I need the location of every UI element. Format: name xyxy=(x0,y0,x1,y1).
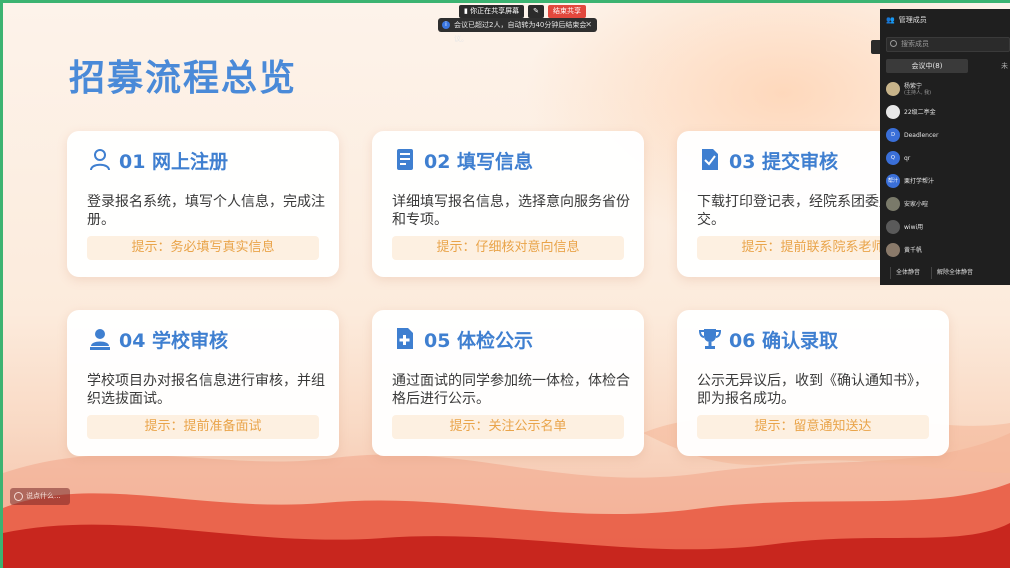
step-title: 03 提交审核 xyxy=(729,150,839,173)
member-name: qr xyxy=(904,154,911,162)
search-icon xyxy=(890,40,897,47)
trophy-icon xyxy=(699,329,721,349)
member-panel: 👥 管理成员 搜索成员 会议中(8) 未 杨紫宁 (主持人, 我) 22级二亭金… xyxy=(880,9,1010,285)
check-document-icon xyxy=(702,149,718,170)
member-name: 22级二亭金 xyxy=(904,108,936,116)
member-name: wiwi用 xyxy=(904,223,924,231)
member-item[interactable]: 安家小暄 xyxy=(886,196,928,212)
step-tip: 提示：仔细核对意向信息 xyxy=(392,236,624,260)
avatar: D xyxy=(886,128,900,142)
member-item[interactable]: 杨紫宁 (主持人, 我) xyxy=(886,81,931,97)
member-item[interactable]: Q qr xyxy=(886,150,910,166)
search-placeholder: 搜索成员 xyxy=(901,40,929,48)
step-tip: 提示：务必填写真实信息 xyxy=(87,236,319,260)
step-title: 05 体检公示 xyxy=(424,329,534,352)
panel-footer: 全体静音 解除全体静音 xyxy=(890,267,978,279)
close-icon[interactable]: ✕ xyxy=(585,18,592,32)
person-icon xyxy=(90,149,110,171)
share-status[interactable]: ▮ 你正在共享屏幕 xyxy=(459,4,525,18)
stop-share-button[interactable]: 结束共享 xyxy=(547,4,586,18)
step-description: 公示无异议后，收到《确认通知书》，即为报名成功。 xyxy=(697,373,928,407)
screen-share-bar: ▮ 你正在共享屏幕 ✎ 结束共享 xyxy=(459,4,586,18)
tab-not-joined[interactable]: 未 xyxy=(968,59,1010,73)
slide-title: 招募流程总览 xyxy=(69,58,298,99)
step-card-confirm: 06 确认录取 公示无异议后，收到《确认通知书》，即为报名成功。 提示：留意通知… xyxy=(677,310,949,456)
member-item[interactable]: D Deadlencer xyxy=(886,127,938,143)
step-tip: 提示：提前准备面试 xyxy=(87,415,319,439)
step-title: 04 学校审核 xyxy=(119,329,229,352)
medical-add-icon xyxy=(397,328,413,349)
member-name: Deadlencer xyxy=(904,131,939,139)
avatar xyxy=(886,220,900,234)
presentation-slide: 招募流程总览 01 网上注册 登录报名系统，填写个人信息，完成注册。 提示：务必… xyxy=(3,3,1010,568)
step-description: 登录报名系统，填写个人信息，完成注册。 xyxy=(87,194,325,228)
member-role: (主持人, 我) xyxy=(904,90,932,96)
step-title: 02 填写信息 xyxy=(424,150,534,173)
member-name: 黄千帆 xyxy=(904,246,923,254)
tab-in-meeting[interactable]: 会议中(8) xyxy=(886,59,968,73)
member-item[interactable]: 帮汁 栗打学帮汁 xyxy=(886,173,934,189)
panel-title: 管理成员 xyxy=(898,16,927,24)
avatar: Q xyxy=(886,151,900,165)
step-description: 详细填写报名信息，选择意向服务省份和专项。 xyxy=(392,194,630,228)
avatar xyxy=(886,82,900,96)
member-item[interactable]: 黄千帆 xyxy=(886,242,922,258)
form-icon xyxy=(397,149,413,170)
signal-icon: ▮ xyxy=(464,6,468,15)
member-tabs: 会议中(8) 未 xyxy=(886,59,1010,73)
share-status-label: 你正在共享屏幕 xyxy=(470,6,520,15)
user-review-icon xyxy=(90,329,110,350)
member-item[interactable]: 22级二亭金 xyxy=(886,104,936,120)
avatar xyxy=(886,105,900,119)
mute-all-button[interactable]: 全体静音 xyxy=(890,267,925,279)
members-icon: 👥 xyxy=(886,16,895,24)
window-edge-indicator xyxy=(0,508,3,568)
step-description: 通过面试的同学参加统一体检，体检合格后进行公示。 xyxy=(392,373,630,407)
step-card-fill-info: 02 填写信息 详细填写报名信息，选择意向服务省份和专项。 提示：仔细核对意向信… xyxy=(372,131,644,277)
chat-input-button[interactable]: 说点什么... xyxy=(10,488,70,505)
avatar: 帮汁 xyxy=(886,174,900,188)
smile-icon xyxy=(14,492,23,501)
panel-header: 👥 管理成员 xyxy=(886,15,927,25)
avatar xyxy=(886,243,900,257)
member-name: 安家小暄 xyxy=(904,200,929,208)
step-title: 01 网上注册 xyxy=(119,150,229,173)
step-card-medical: 05 体检公示 通过面试的同学参加统一体检，体检合格后进行公示。 提示：关注公示… xyxy=(372,310,644,456)
meeting-notice: i 会议已超过2人，自动转为40分钟后结束会议。 ✕ xyxy=(438,18,597,43)
unmute-all-button[interactable]: 解除全体静音 xyxy=(931,267,978,279)
avatar xyxy=(886,197,900,211)
member-name: 栗打学帮汁 xyxy=(904,177,935,185)
step-tip: 提示：关注公示名单 xyxy=(392,415,624,439)
annotate-icon[interactable]: ✎ xyxy=(528,4,544,18)
step-tip: 提示：留意通知送达 xyxy=(697,415,929,439)
step-card-register: 01 网上注册 登录报名系统，填写个人信息，完成注册。 提示：务必填写真实信息 xyxy=(67,131,339,277)
member-item[interactable]: wiwi用 xyxy=(886,219,923,235)
member-name: 杨紫宁 xyxy=(904,83,923,90)
chat-placeholder: 说点什么... xyxy=(26,492,61,500)
member-search-input[interactable]: 搜索成员 xyxy=(886,37,1010,52)
step-card-school-review: 04 学校审核 学校项目办对报名信息进行审核，并组织选拔面试。 提示：提前准备面… xyxy=(67,310,339,456)
step-description: 学校项目办对报名信息进行审核，并组织选拔面试。 xyxy=(87,373,325,407)
step-title: 06 确认录取 xyxy=(729,329,839,352)
info-icon: i xyxy=(442,21,450,29)
